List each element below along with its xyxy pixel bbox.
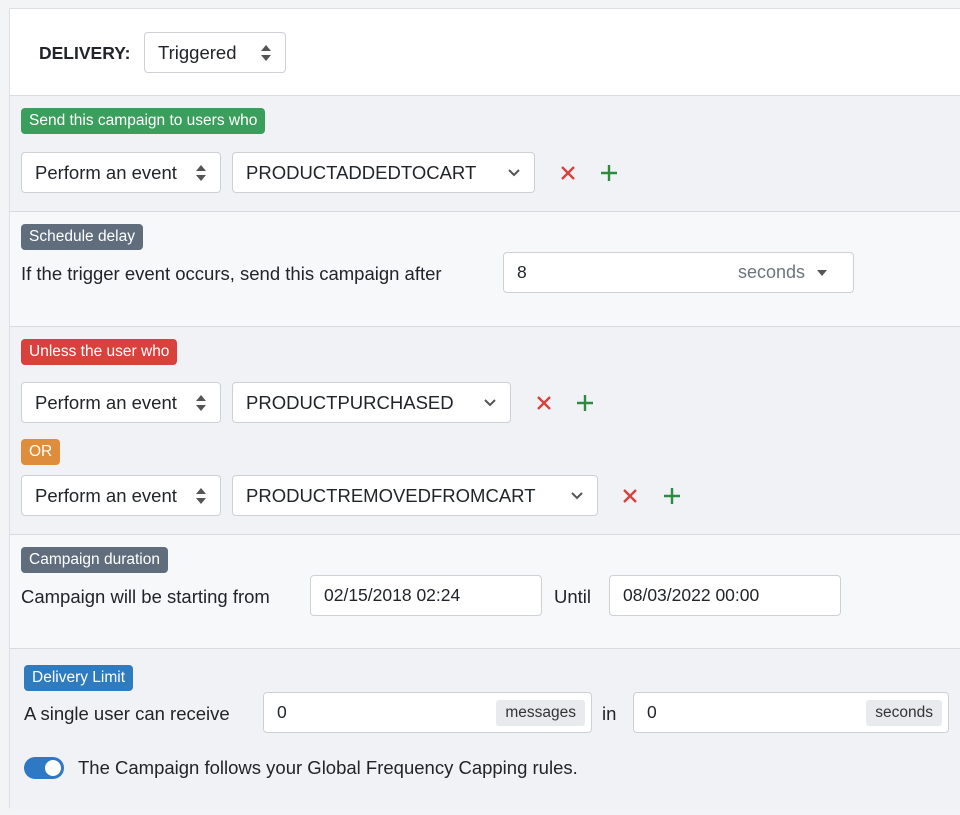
- limit-section: Delivery Limit A single user can receive…: [10, 648, 960, 809]
- seconds-value: 0: [647, 702, 657, 722]
- remove-condition-icon[interactable]: [533, 392, 555, 414]
- condition-type-value: Perform an event: [35, 484, 177, 506]
- messages-unit: messages: [496, 699, 585, 726]
- remove-condition-icon[interactable]: [557, 162, 579, 184]
- duration-section: Campaign duration Campaign will be start…: [10, 534, 960, 648]
- send-badge: Send this campaign to users who: [21, 108, 266, 134]
- event-select[interactable]: PRODUCTADDEDTOCART: [232, 152, 535, 193]
- event-value: PRODUCTREMOVEDFROMCART: [246, 484, 536, 506]
- schedule-section: Schedule delay If the trigger event occu…: [10, 211, 960, 326]
- updown-icon: [196, 394, 206, 411]
- or-badge: OR: [21, 439, 61, 465]
- in-label: in: [602, 703, 617, 724]
- updown-icon: [196, 487, 206, 504]
- condition-type-select[interactable]: Perform an event: [21, 382, 221, 423]
- unless-badge: Unless the user who: [21, 339, 178, 365]
- delay-value: 8: [517, 262, 527, 282]
- chevron-down-icon: [571, 491, 583, 499]
- updown-icon: [196, 164, 206, 181]
- schedule-badge: Schedule delay: [21, 224, 143, 250]
- schedule-text: If the trigger event occurs, send this c…: [21, 263, 442, 284]
- limit-badge: Delivery Limit: [24, 665, 134, 691]
- add-condition-icon[interactable]: [574, 392, 596, 414]
- remove-condition-icon[interactable]: [619, 485, 641, 507]
- messages-input[interactable]: 0 messages: [263, 692, 592, 733]
- end-date-value: 08/03/2022 00:00: [623, 585, 760, 605]
- frequency-capping-label: The Campaign follows your Global Frequen…: [78, 757, 578, 778]
- delivery-value: Triggered: [158, 41, 237, 63]
- limit-text: A single user can receive: [24, 703, 230, 724]
- event-select[interactable]: PRODUCTREMOVEDFROMCART: [232, 475, 598, 516]
- unless-section: Unless the user who Perform an event PRO…: [10, 326, 960, 534]
- seconds-unit: seconds: [866, 699, 942, 726]
- start-label: Campaign will be starting from: [21, 586, 270, 607]
- start-date-input[interactable]: 02/15/2018 02:24: [310, 575, 542, 616]
- condition-type-select[interactable]: Perform an event: [21, 152, 221, 193]
- campaign-delivery-panel: DELIVERY: Triggered Send this campaign t…: [9, 8, 960, 809]
- condition-type-select[interactable]: Perform an event: [21, 475, 221, 516]
- add-condition-icon[interactable]: [598, 162, 620, 184]
- seconds-input[interactable]: 0 seconds: [633, 692, 949, 733]
- delay-unit-select[interactable]: seconds: [738, 262, 835, 283]
- event-value: PRODUCTPURCHASED: [246, 391, 454, 413]
- chevron-down-icon: [508, 168, 520, 176]
- condition-type-value: Perform an event: [35, 391, 177, 413]
- duration-badge: Campaign duration: [21, 547, 168, 573]
- end-date-input[interactable]: 08/03/2022 00:00: [609, 575, 841, 616]
- delivery-label: DELIVERY:: [39, 43, 131, 63]
- event-select[interactable]: PRODUCTPURCHASED: [232, 382, 511, 423]
- until-label: Until: [554, 586, 592, 607]
- delivery-header: DELIVERY: Triggered: [10, 9, 960, 95]
- messages-value: 0: [277, 702, 287, 722]
- delay-input[interactable]: 8 seconds: [503, 252, 854, 293]
- delivery-select[interactable]: Triggered: [144, 32, 286, 73]
- send-section: Send this campaign to users who Perform …: [10, 95, 960, 211]
- caret-down-icon: [817, 269, 827, 276]
- start-date-value: 02/15/2018 02:24: [324, 585, 461, 605]
- toggle-knob: [45, 760, 61, 776]
- add-condition-icon[interactable]: [661, 485, 683, 507]
- frequency-capping-toggle[interactable]: [24, 757, 64, 779]
- event-value: PRODUCTADDEDTOCART: [246, 161, 477, 183]
- chevron-down-icon: [484, 398, 496, 406]
- delay-unit: seconds: [737, 262, 805, 282]
- updown-icon: [261, 44, 271, 61]
- condition-type-value: Perform an event: [35, 161, 177, 183]
